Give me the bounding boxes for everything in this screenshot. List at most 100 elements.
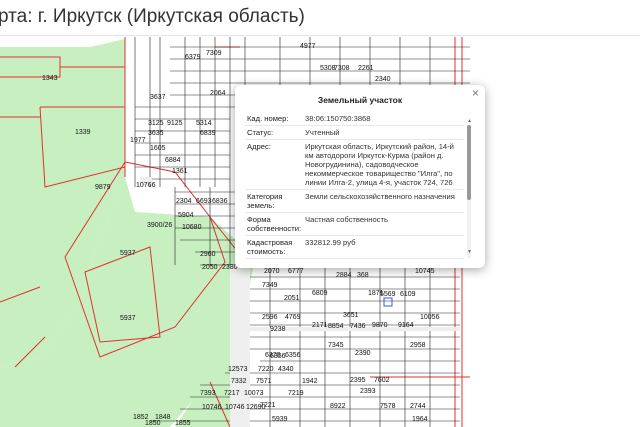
parcel-label: 5939 [272, 416, 288, 423]
parcel-label: 6839 [200, 130, 216, 137]
parcel-label: 2884 [336, 272, 352, 279]
selected-parcel-marker[interactable] [383, 297, 393, 307]
parcel-label: 7436 [350, 323, 366, 330]
parcel-label: 4977 [300, 43, 316, 50]
parcel-label: 9238 [270, 326, 286, 333]
parcel-label: 2304 [176, 198, 192, 205]
parcel-label: 10745 [415, 268, 435, 275]
parcel-label: 7602 [374, 377, 390, 384]
parcel-label: 6356 [270, 353, 286, 360]
scroll-up-icon[interactable]: ▲ [467, 118, 472, 124]
parcel-label: 7345 [328, 342, 344, 349]
parcel-label: 9125 [167, 120, 183, 127]
parcel-label: 10680 [182, 224, 202, 231]
parcel-label: 1977 [130, 137, 146, 144]
parcel-label: 1850 [145, 420, 161, 427]
parcel-label: 7578 [380, 403, 396, 410]
parcel-label: 5904 [178, 212, 194, 219]
parcel-label: 2395 [350, 377, 366, 384]
parcel-label: 5937 [120, 315, 136, 322]
parcel-label: 6379 [185, 54, 201, 61]
parcel-label: 368 [357, 272, 369, 279]
parcel-label: 3635 [148, 130, 164, 137]
parcel-label: 7220 [258, 366, 274, 373]
parcel-label: 7309 [206, 50, 222, 57]
parcel-label: 12573 [228, 366, 248, 373]
parcel-label: 12690 [246, 404, 266, 411]
row-value: Земли сельскохозяйственного назначения [303, 189, 464, 213]
parcel-label: 6809 [312, 290, 328, 297]
parcel-label: 7308 [334, 65, 350, 72]
row-value: Учтенный [303, 125, 464, 140]
parcel-label: 8854 [328, 323, 344, 330]
parcel-label: 10056 [420, 314, 440, 321]
parcel-label: 2070 [264, 268, 280, 275]
table-row: Кад. номер: 38:06:150750:3868 [245, 112, 464, 126]
parcel-label: 6777 [288, 268, 304, 275]
table-row: Категория земель: Земли сельскохозяйстве… [245, 189, 464, 213]
forest-area [0, 39, 255, 427]
popup-title: Земельный участок [317, 95, 403, 105]
row-label: Кадастровая стоимость: [245, 235, 304, 259]
parcel-label: 2958 [410, 342, 426, 349]
parcel-label: 2171 [312, 322, 328, 329]
parcel-label: 7219 [288, 390, 304, 397]
parcel-label: 2050 [202, 264, 218, 271]
row-value: Иркутская область, Иркутский район, 14-й… [303, 139, 464, 190]
parcel-label: 7332 [231, 378, 247, 385]
table-row: Статус: Учтенный [245, 125, 464, 140]
parcel-label: 2390 [355, 350, 371, 357]
row-label: Адрес: [245, 139, 304, 190]
parcel-label: 1964 [412, 416, 428, 423]
parcel-label: 9870 [372, 322, 388, 329]
parcel-label: 10766 [136, 182, 156, 189]
parcel-label: 2051 [284, 295, 300, 302]
parcel-label: 8922 [330, 403, 346, 410]
parcel-label: 5314 [196, 120, 212, 127]
popup-body[interactable]: Кад. номер: 38:06:150750:3868 Статус: Уч… [245, 112, 470, 260]
parcel-label: 9879 [95, 184, 111, 191]
parcel-label: 10746 [202, 404, 222, 411]
parcel-label: 2960 [200, 251, 216, 258]
page-title: рта: г. Иркутск (Иркутская область) [0, 6, 305, 27]
parcel-label: 4769 [285, 314, 301, 321]
parcel-label: 3125 [148, 120, 164, 127]
parcel-label: 6884 [165, 157, 181, 164]
table-row: Форма собственности: Частная собственнос… [245, 212, 464, 236]
parcel-label: 1605 [150, 145, 166, 152]
parcel-label: 2744 [410, 403, 426, 410]
row-value: 38:06:150750:3868 [303, 112, 464, 126]
parcel-label: 9164 [398, 322, 414, 329]
parcel-label: 6109 [400, 291, 416, 298]
parcel-label: 10073 [244, 390, 264, 397]
parcel-label: 6356 [285, 352, 301, 359]
parcel-label: 6836 [212, 198, 228, 205]
parcel-label: 7393 [200, 390, 216, 397]
row-label: Статус: [245, 125, 304, 140]
scroll-down-icon[interactable]: ▼ [467, 249, 472, 255]
parcel-label: 2064 [210, 90, 226, 97]
parcel-label: 1855 [175, 420, 191, 427]
parcel-label: 7217 [224, 390, 240, 397]
parcel-label: 4340 [278, 366, 294, 373]
row-value: 332812.99 руб [303, 235, 464, 259]
parcel-label: 1343 [42, 75, 58, 82]
table-row: Кадастровая стоимость: 332812.99 руб [245, 235, 464, 259]
table-row: Адрес: Иркутская область, Иркутский райо… [245, 139, 464, 190]
parcel-label: 7349 [262, 282, 278, 289]
parcel-label: 2340 [375, 76, 391, 83]
parcel-label: 1339 [75, 129, 91, 136]
parcel-label: 5937 [120, 250, 136, 257]
plot-info-table: Кад. номер: 38:06:150750:3868 Статус: Уч… [245, 112, 464, 259]
parcel-label: 3900/26 [147, 222, 172, 229]
parcel-label: 2261 [358, 65, 374, 72]
parcel-label: 3651 [343, 312, 359, 319]
scrollbar-thumb[interactable] [467, 125, 471, 200]
popup-scrollbar[interactable] [467, 125, 471, 258]
land-plot-popup: × Земельный участок Кад. номер: 38:06:15… [235, 85, 485, 268]
parcel-label: 3637 [150, 94, 166, 101]
parcel-label: 6693 [196, 198, 212, 205]
parcel-label: 2596 [262, 314, 278, 321]
parcel-label: 1871 [368, 290, 384, 297]
row-value: Частная собственность [303, 212, 464, 236]
